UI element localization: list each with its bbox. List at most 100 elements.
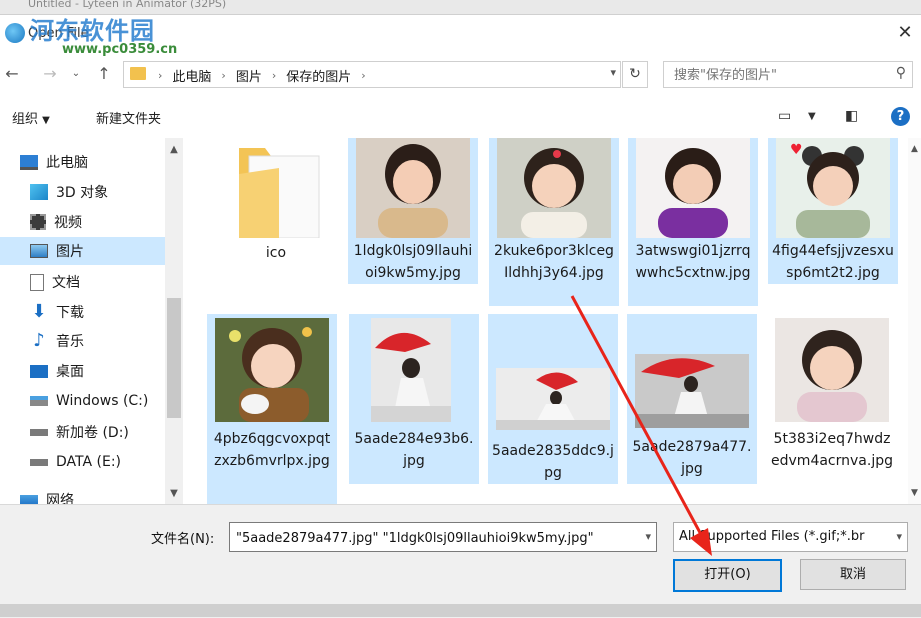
sidebar-item-videos[interactable]: 视频: [0, 208, 183, 236]
sidebar-item-pictures[interactable]: 图片: [0, 237, 183, 265]
up-icon[interactable]: ↑: [94, 64, 114, 84]
chevron-down-icon[interactable]: ▾: [896, 530, 902, 543]
scroll-up-icon[interactable]: ▲: [908, 144, 921, 154]
watermark-text: 河东软件园: [30, 16, 155, 45]
chevron-down-icon[interactable]: ▼: [808, 111, 816, 122]
search-box[interactable]: ⚲: [663, 61, 913, 88]
sidebar-item-label: 音乐: [56, 334, 84, 350]
recent-dropdown-icon[interactable]: ⌄: [66, 64, 86, 84]
scroll-up-icon[interactable]: ▲: [165, 144, 183, 155]
breadcrumb-saved-pictures[interactable]: 保存的图片: [286, 66, 351, 85]
file-tile-image[interactable]: 5aade2835ddc9.jpg: [488, 314, 618, 484]
scroll-down-icon[interactable]: ▼: [908, 488, 921, 498]
scrollbar-thumb[interactable]: [167, 298, 181, 418]
sidebar-item-3d-objects[interactable]: 3D 对象: [0, 178, 183, 206]
sidebar-item-drive-e[interactable]: DATA (E:): [0, 448, 183, 476]
file-tile-image[interactable]: 4pbz6qgcvoxpqtzxzb6mvrlpx.jpg: [207, 314, 337, 504]
new-folder-button[interactable]: 新建文件夹: [96, 108, 161, 127]
app-icon: [5, 23, 25, 43]
svg-text:♥: ♥: [790, 142, 803, 158]
chevron-down-icon: ▼: [42, 115, 50, 126]
music-icon: ♪: [33, 330, 45, 351]
file-list-scrollbar[interactable]: ▲ ▼: [908, 138, 921, 504]
file-type-select[interactable]: All Supported Files (*.gif;*.br ▾: [673, 522, 908, 552]
sidebar-item-label: 新加卷 (D:): [56, 425, 129, 441]
breadcrumb-this-pc[interactable]: 此电脑: [172, 66, 211, 85]
background-window-title: Untitled - Lyteen in Animator (32PS): [28, 0, 227, 10]
sidebar-scrollbar[interactable]: ▲ ▼: [165, 138, 183, 504]
breadcrumb-sep-icon: ›: [158, 69, 163, 82]
sidebar-item-documents[interactable]: 文档: [0, 268, 183, 296]
file-list: ico 1ldgk0lsj09llauhioi9kw5my.jpg 2kuke6…: [183, 138, 908, 504]
filename-combobox[interactable]: ▾: [229, 522, 657, 552]
filename-input[interactable]: [234, 527, 628, 549]
file-name: 3atwswgi01jzrrqwwhc5cxtnw.jpg: [635, 243, 751, 281]
sidebar-item-downloads[interactable]: ⬇ 下载: [0, 298, 183, 326]
help-icon[interactable]: ?: [891, 107, 910, 126]
preview-pane-icon[interactable]: ◧: [845, 108, 858, 124]
drive-icon: [30, 458, 48, 466]
organize-menu[interactable]: 组织 ▼: [12, 108, 50, 127]
file-tile-image[interactable]: 2kuke6por3klcegIldhhj3y64.jpg: [489, 138, 619, 306]
image-thumbnail: [497, 138, 611, 238]
navigation-pane: 此电脑 3D 对象 视频 图片 文档 ⬇ 下载 ♪ 音乐 桌面 Windows …: [0, 138, 183, 504]
view-options-icon[interactable]: ▭: [778, 108, 791, 124]
sidebar-item-label: DATA (E:): [56, 454, 122, 470]
dialog-footer: 文件名(N): ▾ All Supported Files (*.gif;*.b…: [0, 504, 921, 618]
file-tile-image[interactable]: 5aade2879a477.jpg: [627, 314, 757, 484]
breadcrumb-sep-icon: ›: [271, 69, 277, 82]
image-thumbnail: [215, 318, 329, 422]
image-thumbnail: [775, 318, 889, 422]
search-input[interactable]: [672, 65, 876, 85]
drive-icon: [30, 396, 48, 406]
video-icon: [30, 214, 46, 230]
file-tile-image[interactable]: 5aade284e93b6.jpg: [349, 314, 479, 484]
close-icon[interactable]: ✕: [895, 23, 915, 43]
sidebar-item-music[interactable]: ♪ 音乐: [0, 327, 183, 355]
back-icon[interactable]: ←: [2, 64, 22, 84]
sidebar-item-label: 图片: [56, 244, 84, 260]
image-thumbnail: [371, 318, 451, 422]
address-bar[interactable]: › 此电脑 › 图片 › 保存的图片 › ▾: [123, 61, 621, 88]
sidebar-item-label: 视频: [54, 215, 82, 231]
image-thumbnail: [496, 368, 610, 430]
breadcrumb-sep-icon: ›: [361, 69, 366, 82]
sidebar-item-drive-c[interactable]: Windows (C:): [0, 387, 183, 415]
sidebar-item-label: 文档: [52, 275, 80, 291]
open-button[interactable]: 打开(O): [673, 559, 782, 592]
file-tile-image[interactable]: 1ldgk0lsj09llauhioi9kw5my.jpg: [348, 138, 478, 284]
breadcrumb-pictures[interactable]: 图片: [236, 66, 262, 85]
file-name: 5aade284e93b6.jpg: [354, 431, 474, 469]
folder-icon: [219, 138, 333, 238]
image-thumbnail: [635, 354, 749, 428]
chevron-down-icon[interactable]: ▾: [610, 66, 616, 79]
scroll-down-icon[interactable]: ▼: [165, 488, 183, 499]
filename-label: 文件名(N):: [151, 532, 215, 547]
dialog-titlebar: Open File 河东软件园 www.pc0359.cn ✕: [0, 15, 921, 57]
sidebar-item-label: 网络: [46, 493, 74, 504]
breadcrumb-sep-icon: ›: [221, 69, 226, 82]
file-name: ico: [265, 245, 287, 261]
chevron-down-icon[interactable]: ▾: [645, 530, 651, 543]
sidebar-item-network[interactable]: 网络: [0, 486, 183, 504]
file-tile-image[interactable]: 5t383i2eq7hwdzedvm4acrnva.jpg: [767, 314, 897, 504]
sidebar-item-label: 此电脑: [46, 155, 88, 171]
breadcrumb: › 此电脑 › 图片 › 保存的图片 ›: [158, 66, 366, 85]
download-icon: ⬇: [31, 301, 47, 322]
forward-icon[interactable]: →: [40, 64, 60, 84]
sidebar-item-desktop[interactable]: 桌面: [0, 357, 183, 385]
sidebar-item-drive-d[interactable]: 新加卷 (D:): [0, 418, 183, 446]
command-bar: 组织 ▼ 新建文件夹 ▭ ▼ ◧: [0, 101, 921, 133]
file-tile-image[interactable]: ♥ 4fig44efsjjvzesxusp6mt2t2.jpg: [768, 138, 898, 284]
file-tile-image[interactable]: 3atwswgi01jzrrqwwhc5cxtnw.jpg: [628, 138, 758, 306]
file-tile-folder[interactable]: ico: [211, 138, 341, 284]
file-name: 5aade2835ddc9.jpg: [492, 443, 614, 481]
image-thumbnail: [636, 138, 750, 238]
folder-icon: [130, 67, 146, 80]
file-name: 5t383i2eq7hwdzedvm4acrnva.jpg: [771, 431, 893, 469]
sidebar-item-this-pc[interactable]: 此电脑: [0, 148, 183, 176]
image-thumbnail: ♥: [776, 138, 890, 238]
refresh-icon[interactable]: ↻: [622, 61, 648, 88]
computer-icon: [20, 154, 38, 170]
cancel-button[interactable]: 取消: [800, 559, 906, 590]
